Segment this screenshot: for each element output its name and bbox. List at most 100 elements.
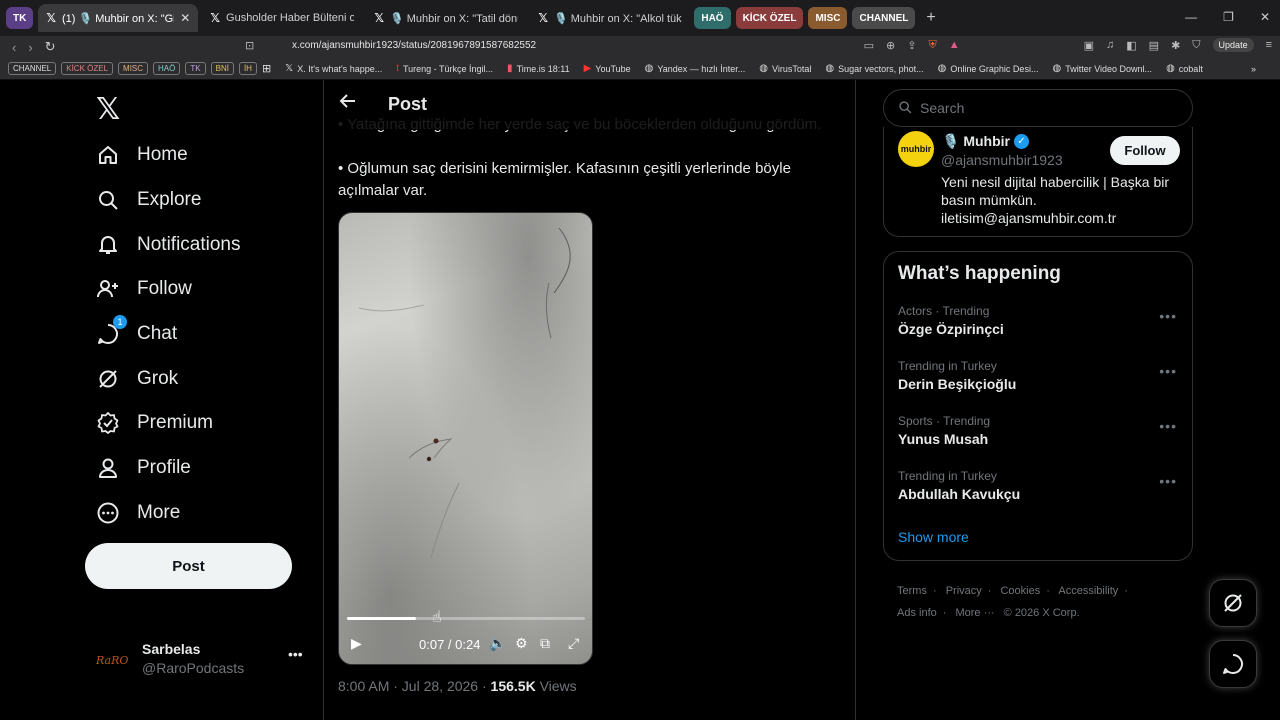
footer-link[interactable]: Terms [897,585,927,597]
bookmark-link[interactable]: ◍ VirusTotal [759,63,811,74]
footer-link[interactable]: Cookies [1000,585,1040,597]
bookmark-link[interactable]: ▶ YouTube [584,63,631,74]
video-frame-content [358,227,571,559]
music-icon[interactable]: ♫ [1106,39,1114,51]
more-bookmarks-icon[interactable]: » [1251,64,1256,74]
back-nav-icon[interactable]: ‹ [12,40,16,55]
x-logo-icon[interactable]: 𝕏 [96,92,120,127]
sidebar-icon[interactable]: ▣ [1084,39,1094,52]
profile-name-row[interactable]: 🎙️ Muhbir ✓ [942,133,1029,150]
wallet-icon[interactable]: ▤ [1149,39,1159,52]
chat-icon: 1 [95,315,127,347]
footer-link[interactable]: Accessibility [1058,585,1118,597]
nav-item-notifications[interactable]: Notifications [95,225,241,265]
nav-item-home[interactable]: Home [95,135,188,175]
bookmark-star-icon[interactable]: ⊡ [245,39,254,52]
nav-item-follow[interactable]: Follow [95,269,192,309]
bookmark-folder[interactable]: BNİ [210,62,234,75]
apps-grid-icon[interactable]: ⊞ [262,62,271,75]
forward-nav-icon[interactable]: › [28,40,32,55]
menu-icon[interactable]: ≡ [1266,39,1272,51]
fullscreen-icon[interactable]: ⤢ [568,635,579,652]
tab-group-channel[interactable]: CHANNEL [852,7,916,29]
close-window-icon[interactable]: ✕ [1260,10,1270,24]
more-dots-icon[interactable]: ••• [1159,418,1177,434]
settings-gear-icon[interactable]: ⚙ [515,635,528,652]
picture-in-picture-icon[interactable]: ⧉ [540,635,550,652]
search-box[interactable] [883,89,1193,127]
video-progress-bar[interactable] [347,617,585,620]
show-more-link[interactable]: Show more [898,529,969,545]
nav-item-explore[interactable]: Explore [95,180,201,220]
bookmark-link[interactable]: t Tureng - Türkçe İngil... [396,63,493,74]
reload-icon[interactable]: ↻ [45,39,56,55]
tab-group-misc[interactable]: MISC [808,7,848,29]
more-dots-icon[interactable]: ••• [288,646,303,662]
footer-link[interactable]: Privacy [946,585,982,597]
bookmark-link[interactable]: ▮ Time.is 18:11 [507,63,570,74]
nav-item-premium[interactable]: Premium [95,403,213,443]
brave-shield-icon[interactable]: ⛨ [928,39,936,52]
nav-item-more[interactable]: More [95,493,180,533]
cast-icon[interactable]: ▭ [864,39,874,52]
panel-icon[interactable]: ◧ [1126,39,1136,52]
minimize-icon[interactable]: — [1185,10,1197,24]
vpn-icon[interactable]: ⛉ [1192,39,1200,52]
trend-item[interactable]: Actors · Trending Özge Özpirinçci ••• [898,304,1183,344]
more-dots-icon[interactable]: ••• [1159,308,1177,324]
account-switcher[interactable]: RaRO Sarbelas @RaroPodcasts ••• [96,638,306,678]
play-icon[interactable]: ▶ [351,635,362,652]
post-button[interactable]: Post [85,543,292,589]
address-bar-row: ‹ › ↻ ⊡ x.com/ajansmuhbir1923/status/208… [0,36,1280,58]
zoom-icon[interactable]: ⊕ [886,39,895,52]
bookmark-link[interactable]: ◍ Sugar vectors, phot... [825,63,923,74]
bookmark-link[interactable]: ◍ Twitter Video Downl... [1052,63,1152,74]
bookmark-folder[interactable]: MISC [118,62,149,75]
bookmark-folder[interactable]: İH [238,62,257,75]
profile-handle[interactable]: @ajansmuhbir1923 [941,152,1063,168]
video-player[interactable]: ☝ ▶ 0:07 / 0:24 🔈 ⚙ ⧉ ⤢ [338,212,593,665]
bookmark-folder[interactable]: CHANNEL [8,62,57,75]
trend-item[interactable]: Trending in Turkey Derin Beşikçioğlu ••• [898,359,1183,399]
tab-group-kick[interactable]: KİCK ÖZEL [735,7,804,29]
browser-tab-active[interactable]: 𝕏 (1) 🎙️ Muhbir on X: "Gittiği otelde ✕ [38,4,199,32]
more-dots-icon[interactable]: ••• [1159,473,1177,489]
footer-links: Terms · Privacy · Cookies · Accessibility · … [897,580,1187,624]
rewards-icon[interactable]: ▲ [949,39,960,51]
timestamp-text[interactable]: 8:00 AM · Jul 28, 2026 · [338,678,491,694]
search-input[interactable] [920,100,1170,116]
browser-tab[interactable]: 𝕏 Gusholder Haber Bülteni on X: "İtalya [202,4,362,32]
new-tab-icon[interactable]: + [926,9,935,27]
messages-fab-button[interactable] [1209,640,1257,688]
footer-link[interactable]: More ··· [955,607,994,619]
grok-fab-button[interactable] [1209,579,1257,627]
avatar[interactable]: muhbir [898,131,934,167]
footer-link[interactable]: Ads info [897,607,937,619]
tab-group-tk[interactable]: TK [6,7,34,29]
bookmark-folder[interactable]: HAÖ [153,62,181,75]
browser-tab[interactable]: 𝕏 🎙️ Muhbir on X: "Tatil dönüşü evinin [366,4,526,32]
bookmark-folder[interactable]: KİCK ÖZEL [61,62,114,75]
volume-icon[interactable]: 🔈 [489,635,506,652]
bookmark-link[interactable]: ◍ cobalt [1166,63,1203,74]
back-arrow-icon[interactable] [339,92,357,115]
follow-button[interactable]: Follow [1110,136,1180,165]
trend-item[interactable]: Trending in Turkey Abdullah Kavukçu ••• [898,469,1183,509]
browser-tab[interactable]: 𝕏 🎙️ Muhbir on X: "Alkol tüketmedikle [530,4,690,32]
url-field[interactable]: x.com/ajansmuhbir1923/status/20819678915… [292,40,536,51]
nav-item-profile[interactable]: Profile [95,448,191,488]
more-dots-icon[interactable]: ••• [1159,363,1177,379]
trend-item[interactable]: Sports · Trending Yunus Musah ••• [898,414,1183,454]
bookmark-link[interactable]: ◍ Online Graphic Desi... [938,63,1039,74]
extensions-icon[interactable]: ✱ [1171,39,1180,52]
bookmark-link[interactable]: 𝕏 X. It's what's happe... [285,63,382,74]
close-tab-icon[interactable]: ✕ [180,11,190,25]
bookmark-link[interactable]: ◍ Yandex — hızlı İnter... [645,63,746,74]
tab-group-hao[interactable]: HAÖ [694,7,731,29]
update-button[interactable]: Update [1212,38,1254,52]
restore-icon[interactable]: ❐ [1223,10,1234,24]
share-icon[interactable]: ⇪ [907,39,916,52]
bookmark-folder[interactable]: TK [185,62,206,75]
nav-item-grok[interactable]: Grok [95,359,178,399]
nav-item-chat[interactable]: 1 Chat [95,314,177,354]
